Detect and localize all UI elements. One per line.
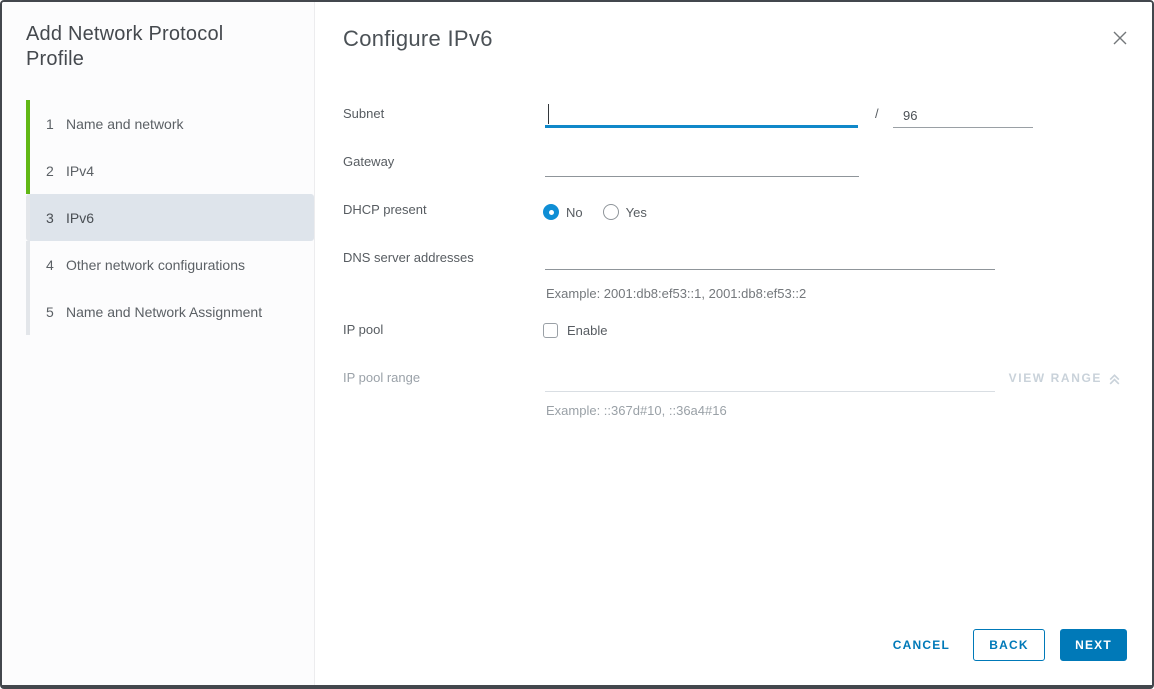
checkbox-unchecked-icon[interactable] xyxy=(543,323,558,338)
subnet-prefix-input[interactable] xyxy=(893,103,1033,128)
step-label: Other network configurations xyxy=(66,256,245,273)
prefix-separator: / xyxy=(875,106,879,121)
sidebar-step-name-and-network-assignment[interactable]: 5 Name and Network Assignment xyxy=(26,288,314,335)
configure-ipv6-panel: Configure IPv6 Subnet / Gateway DHCP pre… xyxy=(315,2,1152,685)
page-title: Configure IPv6 xyxy=(343,26,493,51)
step-label: Name and Network Assignment xyxy=(66,303,263,320)
gateway-input[interactable] xyxy=(545,151,859,177)
wizard-steps: 1 Name and network 2 IPv4 3 IPv6 4 Other… xyxy=(26,100,314,335)
subnet-input[interactable] xyxy=(545,101,858,128)
step-number: 2 xyxy=(46,162,54,179)
ip-pool-enable-label: Enable xyxy=(567,323,608,338)
double-chevron-up-icon xyxy=(1109,373,1120,384)
wizard-sidebar: Add Network Protocol Profile 1 Name and … xyxy=(2,2,315,685)
ip-pool-range-input[interactable] xyxy=(545,366,995,392)
radio-unselected-icon[interactable] xyxy=(602,204,619,220)
view-range-link[interactable]: VIEW RANGE xyxy=(1009,371,1121,385)
add-network-protocol-profile-dialog: Add Network Protocol Profile 1 Name and … xyxy=(0,0,1154,689)
sidebar-step-ipv6[interactable]: 3 IPv6 xyxy=(26,194,314,241)
dhcp-no-option[interactable]: No xyxy=(543,204,583,220)
ip-pool-label: IP pool xyxy=(343,322,384,337)
dns-server-addresses-input[interactable] xyxy=(545,244,995,270)
dhcp-yes-label: Yes xyxy=(625,204,647,220)
dns-server-addresses-label: DNS server addresses xyxy=(343,250,474,265)
dhcp-no-label: No xyxy=(566,204,583,220)
close-icon[interactable] xyxy=(1109,28,1131,50)
dialog-footer: CANCEL BACK NEXT xyxy=(893,629,1127,661)
step-label: IPv4 xyxy=(66,162,95,179)
text-cursor xyxy=(548,104,549,124)
sidebar-step-other-network-configurations[interactable]: 4 Other network configurations xyxy=(26,241,314,288)
ip-pool-range-example-text: Example: ::367d#10, ::36a4#16 xyxy=(546,403,727,418)
ip-pool-enable-option: Enable xyxy=(543,323,607,338)
gateway-label: Gateway xyxy=(343,154,395,169)
next-button[interactable]: NEXT xyxy=(1060,629,1127,661)
back-button[interactable]: BACK xyxy=(973,629,1045,661)
dns-example-text: Example: 2001:db8:ef53::1, 2001:db8:ef53… xyxy=(546,286,807,301)
wizard-title: Add Network Protocol Profile xyxy=(26,23,224,70)
ip-pool-range-label: IP pool range xyxy=(343,370,421,385)
step-number: 4 xyxy=(46,256,54,273)
dhcp-present-radio-group: No Yes xyxy=(543,204,647,220)
radio-selected-icon[interactable] xyxy=(543,204,559,220)
step-label: Name and network xyxy=(66,115,184,132)
dhcp-present-label: DHCP present xyxy=(343,202,427,217)
subnet-label: Subnet xyxy=(343,106,385,121)
cancel-button[interactable]: CANCEL xyxy=(893,638,950,652)
step-number: 5 xyxy=(46,303,54,320)
step-number: 3 xyxy=(46,209,54,226)
step-label: IPv6 xyxy=(66,209,95,226)
sidebar-step-name-and-network[interactable]: 1 Name and network xyxy=(26,100,314,147)
dhcp-yes-option[interactable]: Yes xyxy=(602,204,647,220)
step-number: 1 xyxy=(46,115,54,132)
view-range-label: VIEW RANGE xyxy=(1008,371,1102,385)
sidebar-step-ipv4[interactable]: 2 IPv4 xyxy=(26,147,314,194)
